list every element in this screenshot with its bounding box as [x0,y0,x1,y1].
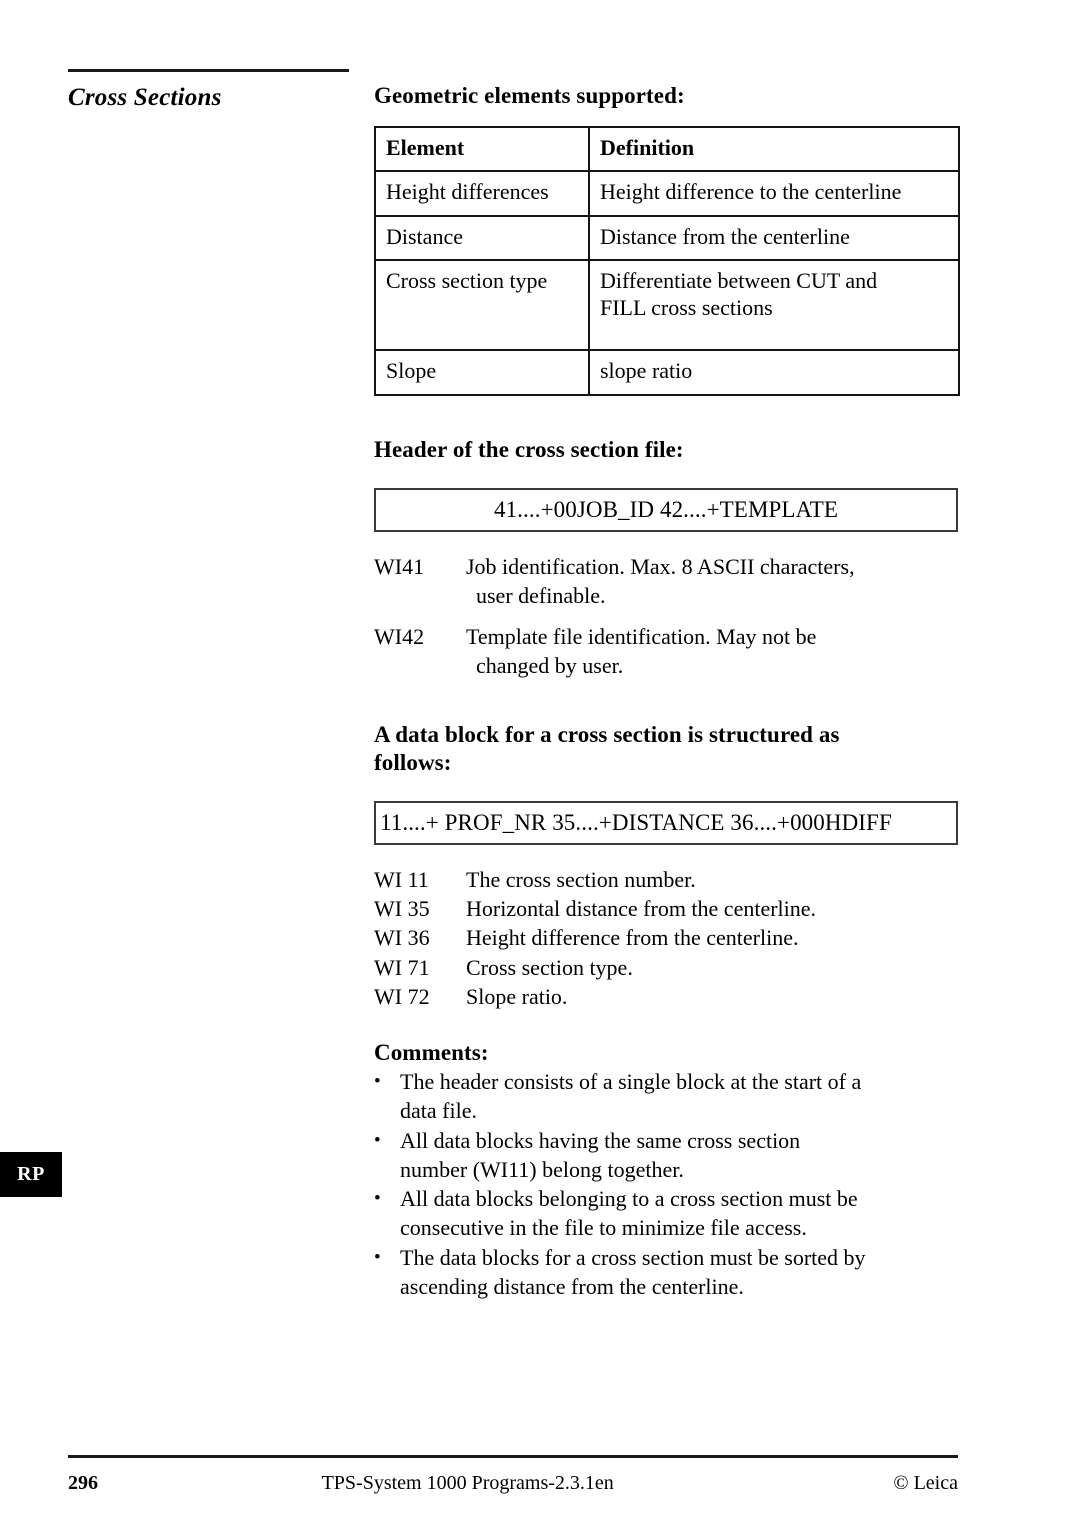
list-item-line2: ascending distance from the centerline. [400,1273,744,1299]
heading-comments: Comments: [374,1040,489,1065]
wi-description: Height difference from the centerline. [466,925,799,951]
list-item-text: All data blocks belonging to a cross sec… [400,1184,960,1243]
table-row: Slope slope ratio [374,349,960,396]
bullet-icon: • [374,1129,381,1151]
heading-data-block-structure: A data block for a cross section is stru… [374,721,960,777]
wi-key: WI 71 [374,954,430,980]
wi-definition-row: WI 71 Cross section type. [374,953,960,982]
data-block-code-box: 11....+ PROF_NR 35....+DISTANCE 36....+0… [374,800,958,845]
wi-description: Template file identification. May not be… [466,622,960,681]
document-page: Cross Sections RP Geometric elements sup… [0,0,1080,1529]
list-item-line2: data file. [400,1098,477,1124]
heading-data-block-line1: A data block for a cross section is stru… [374,721,840,747]
geometric-elements-table: Element Definition Height differences He… [374,126,960,396]
list-item: • The header consists of a single block … [374,1067,960,1126]
cell-element: Slope [374,349,590,396]
wi-description-line2: user definable. [476,582,606,608]
footer-copyright: © Leica [893,1471,958,1494]
thumb-tab-rp: RP [0,1152,62,1197]
page-footer: 296 TPS-System 1000 Programs-2.3.1en © L… [68,1468,958,1498]
main-content-column: Geometric elements supported: Element De… [374,82,960,1301]
wi-key: WI41 [374,553,425,579]
wi-description: Job identification. Max. 8 ASCII charact… [466,552,960,611]
wi-description-line1: Template file identification. May not be [466,624,817,650]
cell-definition: Differentiate between CUT and FILL cross… [588,259,960,352]
bullet-icon: • [374,1188,381,1210]
cell-definition: Height difference to the centerline [588,170,960,217]
list-item-line1: All data blocks having the same cross se… [400,1127,801,1153]
cell-definition-line1: Differentiate between CUT and [600,268,878,294]
cell-element: Distance [374,214,590,262]
heading-header-of-cross-section-file: Header of the cross section file: [374,436,684,462]
wi-key: WI 36 [374,925,430,951]
wi-description-line1: Job identification. Max. 8 ASCII charact… [466,553,855,579]
heading-data-block-line2: follows: [374,749,452,775]
list-item-text: The header consists of a single block at… [400,1067,960,1126]
heading-geometric-elements: Geometric elements supported: [374,83,685,108]
wi-description: Slope ratio. [466,983,568,1009]
list-item-line1: The header consists of a single block at… [400,1069,862,1095]
list-item-line1: The data blocks for a cross section must… [400,1244,866,1270]
list-item-line1: All data blocks belonging to a cross sec… [400,1186,858,1212]
footer-document-title: TPS-System 1000 Programs-2.3.1en [321,1471,614,1494]
cell-element: Height differences [374,170,590,217]
marginal-section-title: Cross Sections [68,84,222,111]
list-item-text: All data blocks having the same cross se… [400,1126,960,1185]
wi-key: WI42 [374,624,425,650]
wi-key: WI 72 [374,983,430,1009]
header-code-box: 41....+00JOB_ID 42....+TEMPLATE [374,487,958,532]
list-item: • The data blocks for a cross section mu… [374,1243,960,1302]
data-block-wi-definitions: WI 11 The cross section number. WI 35 Ho… [374,865,960,1011]
wi-definition-row: WI 72 Slope ratio. [374,982,960,1011]
wi-key: WI 35 [374,896,430,921]
list-item: • All data blocks having the same cross … [374,1126,960,1185]
wi-definition-row: WI42 Template file identification. May n… [374,622,960,681]
wi-description: Cross section type. [466,954,633,980]
list-item-text: The data blocks for a cross section must… [400,1243,960,1302]
wi-definition-row: WI 35 Horizontal distance from the cente… [374,894,960,923]
bullet-icon: • [374,1071,381,1093]
cell-element: Cross section type [374,259,590,352]
wi-definition-row: WI 36 Height difference from the centerl… [374,923,960,952]
wi-description-line2: changed by user. [476,653,624,679]
header-wi-definitions: WI41 Job identification. Max. 8 ASCII ch… [374,552,960,681]
list-item-line2: number (WI11) belong together. [400,1156,684,1182]
column-header-element: Element [374,126,590,173]
wi-description: Horizontal distance from the centerline. [466,896,817,921]
table-header-row: Element Definition [374,126,960,173]
cell-definition-line2: FILL cross sections [600,294,773,320]
comments-bullet-list: • The header consists of a single block … [374,1067,960,1301]
cell-definition: Distance from the centerline [588,214,960,262]
footer-page-number: 296 [68,1471,98,1494]
table-row: Cross section type Differentiate between… [374,259,960,352]
column-header-definition: Definition [588,126,960,173]
wi-definition-row: WI 11 The cross section number. [374,865,960,894]
bullet-icon: • [374,1246,381,1268]
footer-rule [68,1455,958,1458]
cell-definition: slope ratio [588,349,960,396]
list-item: • All data blocks belonging to a cross s… [374,1184,960,1243]
table-row: Height differences Height difference to … [374,170,960,217]
table-row: Distance Distance from the centerline [374,214,960,262]
wi-key: WI 11 [374,866,429,892]
marginal-rule [68,69,349,72]
wi-description: The cross section number. [466,866,696,892]
wi-definition-row: WI41 Job identification. Max. 8 ASCII ch… [374,552,960,611]
list-item-line2: consecutive in the file to minimize file… [400,1215,807,1241]
